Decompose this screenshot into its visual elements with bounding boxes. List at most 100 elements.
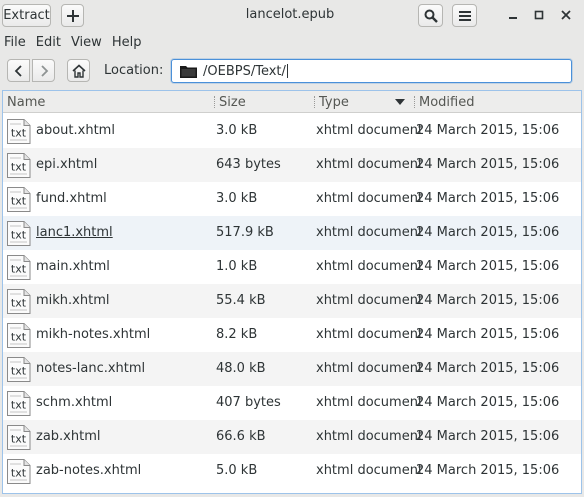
file-row[interactable]: txt mikh-notes.xhtml 8.2 kB xhtml docume… bbox=[3, 318, 581, 352]
file-modified: 24 March 2015, 15:06 bbox=[416, 395, 560, 410]
file-row[interactable]: txt zab-notes.xhtml 5.0 kB xhtml documen… bbox=[3, 454, 581, 488]
file-size: 48.0 kB bbox=[216, 361, 266, 376]
forward-button[interactable] bbox=[32, 59, 55, 82]
column-separator[interactable] bbox=[314, 96, 316, 108]
menu-edit[interactable]: Edit bbox=[36, 35, 61, 50]
file-type: xhtml document bbox=[316, 293, 424, 308]
file-rows: txt about.xhtml 3.0 kB xhtml document 24… bbox=[3, 114, 581, 488]
file-size: 3.0 kB bbox=[216, 123, 258, 138]
back-button[interactable] bbox=[7, 59, 30, 82]
file-name: zab.xhtml bbox=[36, 429, 101, 444]
column-separator[interactable] bbox=[214, 96, 216, 108]
file-type: xhtml document bbox=[316, 429, 424, 444]
location-path: /OEBPS/Text/ bbox=[203, 63, 286, 79]
file-name: schm.xhtml bbox=[36, 395, 113, 410]
menu-help[interactable]: Help bbox=[112, 35, 142, 50]
file-modified: 24 March 2015, 15:06 bbox=[416, 429, 560, 444]
file-name: main.xhtml bbox=[36, 259, 110, 274]
minimize-icon bbox=[509, 17, 517, 19]
file-size: 517.9 kB bbox=[216, 225, 274, 240]
search-button[interactable] bbox=[418, 4, 443, 27]
text-file-icon: txt bbox=[7, 459, 31, 484]
window-title: lancelot.epub bbox=[245, 7, 335, 22]
column-headers: Name Size Type Modified bbox=[3, 91, 581, 113]
svg-text:txt: txt bbox=[11, 297, 27, 310]
svg-text:txt: txt bbox=[11, 161, 27, 174]
svg-text:txt: txt bbox=[11, 195, 27, 208]
column-header-size[interactable]: Size bbox=[219, 95, 246, 110]
title-bar: Extract lancelot.epub bbox=[0, 0, 584, 32]
minimize-button[interactable] bbox=[504, 6, 522, 24]
extract-button[interactable]: Extract bbox=[2, 4, 51, 27]
text-file-icon: txt bbox=[7, 357, 31, 382]
file-name: zab-notes.xhtml bbox=[36, 463, 142, 478]
file-size: 3.0 kB bbox=[216, 191, 258, 206]
text-file-icon: txt bbox=[7, 187, 31, 212]
folder-icon bbox=[180, 66, 197, 78]
text-file-icon: txt bbox=[7, 391, 31, 416]
search-icon bbox=[424, 9, 438, 23]
file-size: 55.4 kB bbox=[216, 293, 266, 308]
file-type: xhtml document bbox=[316, 395, 424, 410]
hamburger-menu-icon bbox=[458, 10, 471, 21]
file-modified: 24 March 2015, 15:06 bbox=[416, 157, 560, 172]
menu-file[interactable]: File bbox=[4, 35, 26, 50]
column-separator[interactable] bbox=[414, 96, 416, 108]
app-menu-button[interactable] bbox=[452, 4, 477, 27]
file-row[interactable]: txt mikh.xhtml 55.4 kB xhtml document 24… bbox=[3, 284, 581, 318]
file-row[interactable]: txt main.xhtml 1.0 kB xhtml document 24 … bbox=[3, 250, 581, 284]
file-row[interactable]: txt about.xhtml 3.0 kB xhtml document 24… bbox=[3, 114, 581, 148]
file-type: xhtml document bbox=[316, 191, 424, 206]
column-header-type[interactable]: Type bbox=[319, 95, 349, 110]
file-modified: 24 March 2015, 15:06 bbox=[416, 327, 560, 342]
svg-text:txt: txt bbox=[11, 365, 27, 378]
text-file-icon: txt bbox=[7, 289, 31, 314]
svg-text:txt: txt bbox=[11, 229, 27, 242]
file-list[interactable]: Name Size Type Modified txt about.xhtml … bbox=[2, 90, 582, 494]
file-name: notes-lanc.xhtml bbox=[36, 361, 146, 376]
maximize-icon bbox=[534, 10, 544, 20]
file-row[interactable]: txt epi.xhtml 643 bytes xhtml document 2… bbox=[3, 148, 581, 182]
file-type: xhtml document bbox=[316, 123, 424, 138]
file-modified: 24 March 2015, 15:06 bbox=[416, 463, 560, 478]
file-modified: 24 March 2015, 15:06 bbox=[416, 361, 560, 376]
file-row[interactable]: txt fund.xhtml 3.0 kB xhtml document 24 … bbox=[3, 182, 581, 216]
file-modified: 24 March 2015, 15:06 bbox=[416, 293, 560, 308]
chevron-right-icon bbox=[40, 64, 48, 77]
maximize-button[interactable] bbox=[530, 6, 548, 24]
file-size: 407 bytes bbox=[216, 395, 281, 410]
file-row[interactable]: txt notes-lanc.xhtml 48.0 kB xhtml docum… bbox=[3, 352, 581, 386]
chevron-left-icon bbox=[14, 64, 22, 77]
file-type: xhtml document bbox=[316, 463, 424, 478]
file-name: mikh.xhtml bbox=[36, 293, 110, 308]
file-row[interactable]: txt lanc1.xhtml 517.9 kB xhtml document … bbox=[3, 216, 581, 250]
text-file-icon: txt bbox=[7, 255, 31, 280]
close-button[interactable] bbox=[557, 6, 575, 24]
text-file-icon: txt bbox=[7, 425, 31, 450]
location-bar: Location: /OEBPS/Text/ bbox=[0, 54, 584, 88]
sort-descending-icon bbox=[395, 99, 405, 105]
file-name: fund.xhtml bbox=[36, 191, 107, 206]
file-name: mikh-notes.xhtml bbox=[36, 327, 151, 342]
location-input[interactable]: /OEBPS/Text/ bbox=[171, 59, 572, 83]
file-size: 1.0 kB bbox=[216, 259, 258, 274]
file-size: 643 bytes bbox=[216, 157, 281, 172]
add-files-button[interactable] bbox=[61, 4, 84, 27]
text-file-icon: txt bbox=[7, 323, 31, 348]
file-size: 66.6 kB bbox=[216, 429, 266, 444]
text-file-icon: txt bbox=[7, 153, 31, 178]
svg-text:txt: txt bbox=[11, 331, 27, 344]
text-file-icon: txt bbox=[7, 221, 31, 246]
column-header-name[interactable]: Name bbox=[7, 95, 45, 110]
home-button[interactable] bbox=[67, 59, 90, 82]
home-icon bbox=[71, 63, 86, 78]
file-name: epi.xhtml bbox=[36, 157, 98, 172]
file-row[interactable]: txt schm.xhtml 407 bytes xhtml document … bbox=[3, 386, 581, 420]
column-header-modified[interactable]: Modified bbox=[419, 95, 474, 110]
svg-text:txt: txt bbox=[11, 433, 27, 446]
menu-view[interactable]: View bbox=[71, 35, 102, 50]
close-icon bbox=[561, 10, 571, 20]
menu-bar: File Edit View Help bbox=[0, 32, 584, 52]
file-modified: 24 March 2015, 15:06 bbox=[416, 225, 560, 240]
file-row[interactable]: txt zab.xhtml 66.6 kB xhtml document 24 … bbox=[3, 420, 581, 454]
